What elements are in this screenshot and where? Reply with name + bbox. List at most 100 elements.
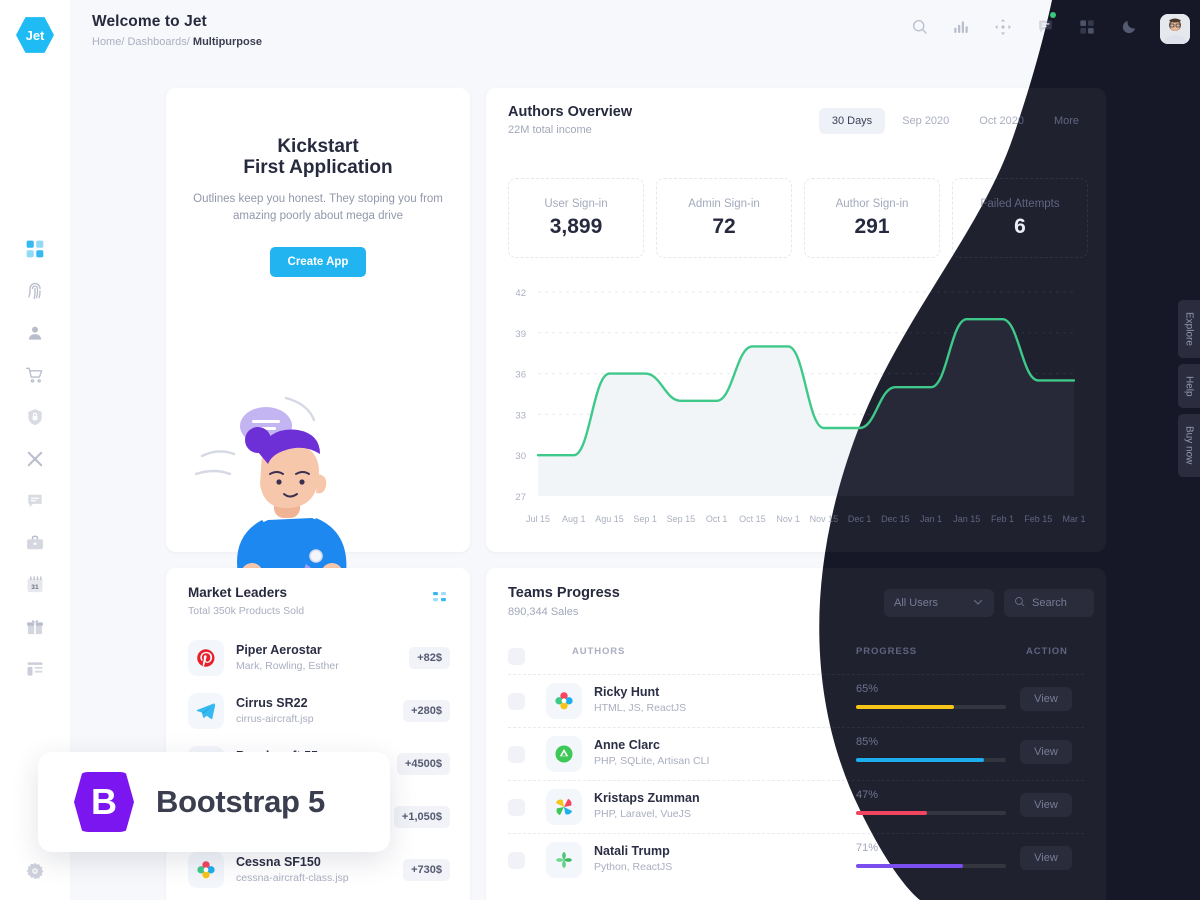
breadcrumb-dashboards-dark[interactable]: Dashboards/ [127, 36, 189, 48]
market-row-text-dark: Cirrus SR22 cirrus-aircraft.jsp [236, 696, 403, 725]
kickstart-title-dark: Kickstart First Application [166, 88, 470, 178]
market-row-amount-dark: +730$ [403, 858, 450, 881]
market-row-desc-dark: cirrus-aircraft.jsp [236, 713, 314, 725]
sidebar-item-layout-dark[interactable] [0, 648, 70, 690]
briefcase-icon-dark [25, 533, 45, 553]
table-row-dark[interactable]: Anne Clarc PHP, SQLite, Artisan CLI 85% … [508, 728, 1084, 781]
row-checkbox-dark[interactable] [508, 799, 525, 816]
progress-percent-dark: 85% [856, 736, 879, 748]
lock-icon-dark [25, 407, 45, 427]
teams-subtitle-dark: 890,344 Sales [508, 606, 579, 618]
authors-overview-card-dark: Authors Overview 22M total income 30 Day… [486, 88, 1106, 552]
create-app-button-dark[interactable]: Create App [269, 247, 367, 277]
fingerprint-icon-dark [25, 281, 45, 301]
app-logo-dark[interactable]: Jet [16, 17, 54, 53]
authors-chart-dark: 27 30 33 36 39 42 Jul 15 Aug 1 Agu 15 Sep 1 Sep 1… [486, 278, 1106, 538]
header-search-button-dark[interactable] [908, 18, 930, 40]
row-checkbox-dark[interactable] [508, 693, 525, 710]
flower-icon-dark [188, 851, 224, 888]
market-title-dark: Market Leaders [188, 585, 288, 600]
svg-text:Jan 1: Jan 1 [920, 514, 942, 524]
stat-label-3-dark: Failed Attempts [980, 197, 1060, 210]
dock-tab-help-label: Help [1183, 375, 1195, 397]
kickstart-title-line1-dark: Kickstart [277, 136, 359, 157]
table-header-dark: AUTHORS PROGRESS ACTION [508, 646, 1084, 668]
view-button-dark[interactable]: View [1020, 740, 1072, 764]
dock-tab-help[interactable]: Help [1178, 363, 1200, 409]
sidebar-item-chat-dark[interactable] [0, 480, 70, 522]
market-row-desc-dark: Mark, Rowling, Esther [236, 660, 339, 672]
authors-subtitle-dark: 22M total income [508, 124, 592, 136]
author-name-dark: Natali Trump [594, 844, 670, 858]
header-analytics-button-dark[interactable] [950, 18, 972, 40]
sidebar-item-cart-dark[interactable] [0, 354, 70, 396]
bootstrap-badge-text: Bootstrap 5 [156, 784, 325, 819]
market-row-dark[interactable]: Piper Aerostar Mark, Rowling, Esther +82… [188, 631, 450, 684]
svg-text:Jan 15: Jan 15 [953, 514, 980, 524]
select-all-checkbox-dark[interactable] [508, 648, 525, 665]
market-row-amount-dark: +4500$ [396, 752, 450, 775]
market-subtitle-dark: Total 350k Products Sold [188, 605, 305, 617]
sidebar-item-lock-dark[interactable] [0, 396, 70, 438]
sidebar-item-scissors-dark[interactable] [0, 438, 70, 480]
header-theme-toggle-dark[interactable] [1118, 18, 1140, 40]
table-row-dark[interactable]: Ricky Hunt HTML, JS, ReactJS 65% View [508, 675, 1084, 728]
sidebar-item-gift-dark[interactable] [0, 606, 70, 648]
authors-tab-2-dark[interactable]: Oct 2020 [966, 108, 1037, 134]
view-button-dark[interactable]: View [1020, 687, 1072, 711]
table-row-dark[interactable]: Natali Trump Python, ReactJS 71% View [508, 834, 1084, 887]
sidebar-item-user-dark[interactable] [0, 312, 70, 354]
sidebar-settings-dark[interactable] [0, 852, 70, 894]
stat-value-1-dark: 72 [712, 214, 736, 238]
sidebar-item-calendar-dark[interactable]: 31 [0, 564, 70, 606]
sidebar-item-fingerprint-dark[interactable] [0, 270, 70, 312]
bar-chart-icon-dark [952, 18, 970, 41]
authors-tab-0-dark[interactable]: 30 Days [818, 108, 886, 134]
avatar-dark[interactable] [1160, 14, 1190, 44]
user-filter-select-dark[interactable]: All Users [884, 589, 994, 617]
view-button-dark[interactable]: View [1020, 846, 1072, 870]
authors-title-dark: Authors Overview [508, 104, 633, 120]
sidebar-item-briefcase-dark[interactable] [0, 522, 70, 564]
dock-tab-buy-now-label: Buy now [1183, 426, 1195, 465]
teams-search-placeholder-dark: Search [1032, 597, 1067, 609]
layout-icon-dark [25, 659, 45, 679]
table-row-dark[interactable]: Kristaps Zumman PHP, Laravel, VueJS 47% … [508, 781, 1084, 834]
moon-icon-dark [1121, 18, 1138, 40]
market-row-dark[interactable]: Cirrus SR22 cirrus-aircraft.jsp +280$ [188, 684, 450, 737]
svg-text:39: 39 [515, 329, 526, 340]
market-row-name-dark: Piper Aerostar [236, 643, 322, 657]
breadcrumb-current-dark: Multipurpose [192, 36, 262, 48]
teams-search-dark[interactable]: Search [1004, 589, 1094, 617]
row-checkbox-dark[interactable] [508, 746, 525, 763]
header-messages-button-dark[interactable] [1034, 12, 1056, 40]
breadcrumb-home-dark[interactable]: Home/ [92, 36, 124, 48]
svg-text:Mar 1: Mar 1 [1062, 514, 1085, 524]
market-row-name-dark: Cirrus SR22 [236, 696, 308, 710]
row-checkbox-dark[interactable] [508, 852, 525, 869]
kickstart-title-line2-dark: First Application [243, 157, 393, 178]
dock-tab-explore[interactable]: Explore [1178, 300, 1200, 358]
notification-dot-dark [1050, 12, 1056, 18]
authors-tab-3-dark[interactable]: More [1041, 108, 1092, 134]
dock-tab-buy-now[interactable]: Buy now [1178, 414, 1200, 477]
dots-grid-icon-dark[interactable] [432, 591, 448, 612]
stat-value-3-dark: 6 [1014, 214, 1026, 238]
header-apps-button-dark[interactable] [1076, 18, 1098, 40]
view-button-dark[interactable]: View [1020, 793, 1072, 817]
svg-text:27: 27 [515, 492, 526, 503]
cart-icon-dark [25, 365, 45, 385]
svg-text:31: 31 [31, 584, 39, 591]
chat-icon-dark [25, 491, 45, 511]
flower-icon-dark [546, 683, 582, 719]
page-title-dark: Welcome to Jet [92, 13, 207, 30]
header-move-button-dark[interactable] [992, 18, 1014, 40]
authors-tab-1-dark[interactable]: Sep 2020 [889, 108, 962, 134]
svg-text:Nov 1: Nov 1 [776, 514, 800, 524]
svg-text:30: 30 [515, 451, 526, 462]
sidebar-item-grid-dark[interactable] [0, 228, 70, 270]
stat-label-1-dark: Admin Sign-in [688, 197, 760, 210]
app-logo-text-dark: Jet [25, 27, 45, 43]
dropbox-icon-dark [546, 736, 582, 772]
market-row-amount-dark: +82$ [409, 646, 450, 669]
